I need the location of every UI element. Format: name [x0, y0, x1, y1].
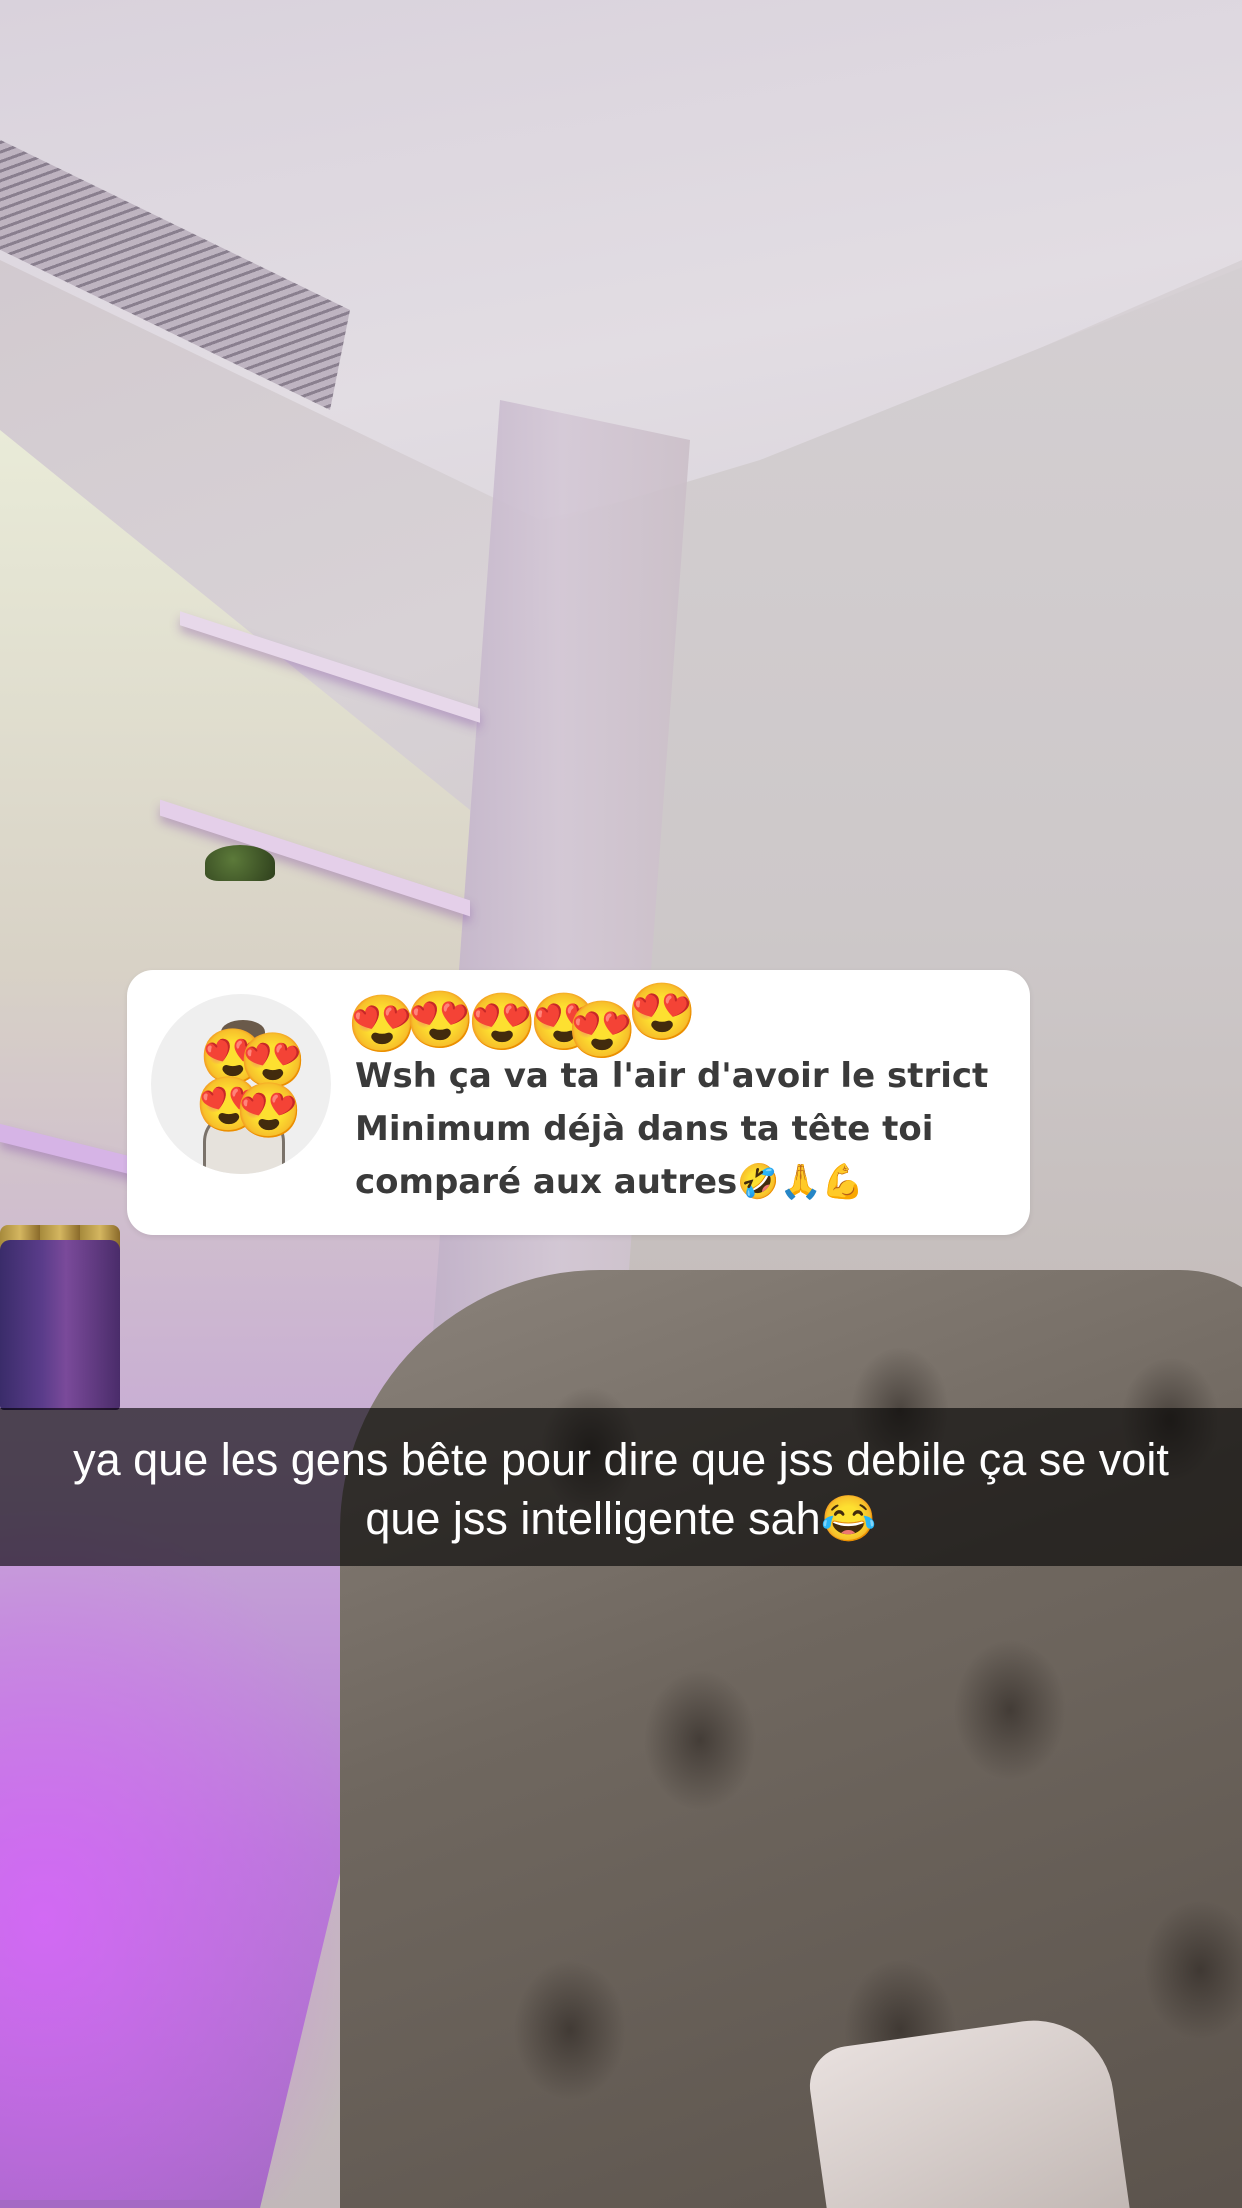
- question-text: Wsh ça va ta l'air d'avoir le strict Min…: [355, 1056, 989, 1202]
- caption-bar[interactable]: ya que les gens bête pour dire que jss d…: [0, 1408, 1242, 1566]
- heart-eyes-emoji-icon: 😍: [405, 988, 475, 1051]
- background-purple-glow: [0, 1500, 380, 2200]
- heart-eyes-emoji-icon: 😍: [467, 990, 537, 1053]
- story-screen: 😍 😍 😍 😍 😍 😍 😍 😍 😍 😍 Wsh ça va ta l'air d…: [0, 0, 1242, 2208]
- background-bottles: [0, 1240, 120, 1410]
- background-plant: [205, 845, 275, 881]
- heart-eyes-emoji-icon: 😍: [627, 980, 697, 1043]
- avatar[interactable]: 😍 😍 😍 😍: [151, 994, 331, 1174]
- caption-text: ya que les gens bête pour dire que jss d…: [73, 1434, 1169, 1544]
- heart-eyes-emoji-icon: 😍: [235, 1081, 303, 1141]
- emoji-row: 😍 😍 😍 😍 😍 😍: [347, 980, 707, 1058]
- question-sticker[interactable]: 😍 😍 😍 😍 😍 😍 😍 😍 😍 😍 Wsh ça va ta l'air d…: [127, 970, 1030, 1235]
